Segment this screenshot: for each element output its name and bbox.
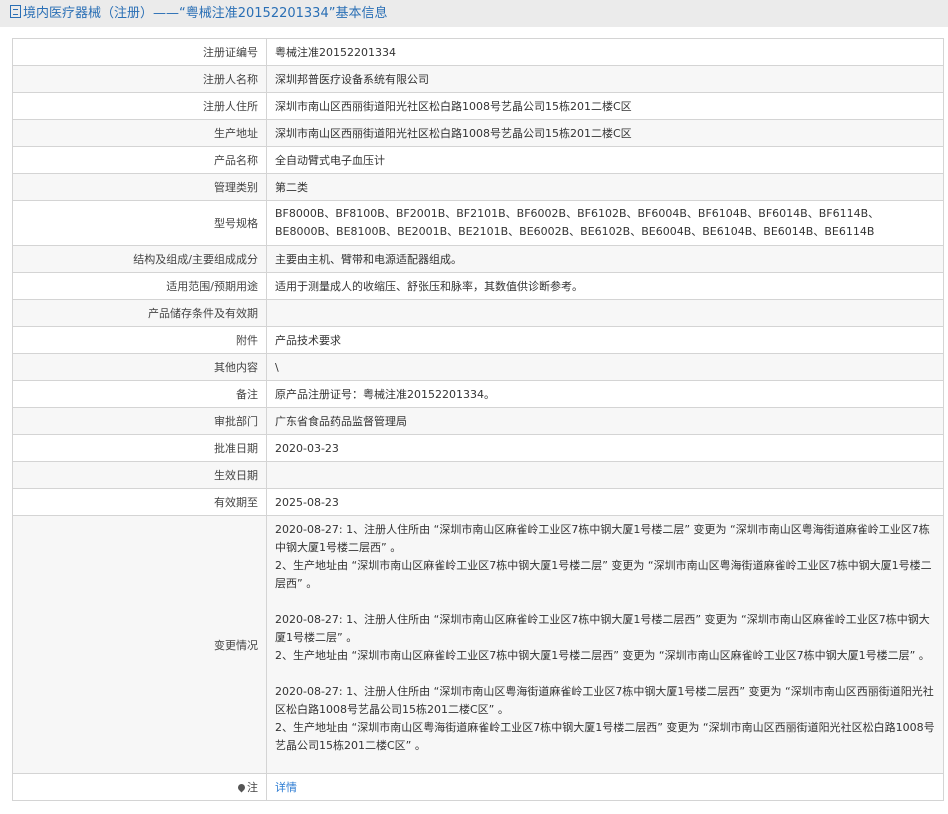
row-label: 附件 (12, 326, 267, 354)
row-value: 广东省食品药品监督管理局 (266, 407, 944, 435)
row-value: BF8000B、BF8100B、BF2001B、BF2101B、BF6002B、… (266, 200, 944, 246)
table-row: 其他内容 \ (12, 353, 944, 381)
row-label: 批准日期 (12, 434, 267, 462)
row-label: 注 (12, 773, 267, 801)
table-row: 产品储存条件及有效期 (12, 299, 944, 327)
row-value: 2025-08-23 (266, 488, 944, 516)
change-line: 2、生产地址由 “深圳市南山区粤海街道麻雀岭工业区7栋中钢大厦1号楼二层西” 变… (275, 721, 935, 752)
row-label: 备注 (12, 380, 267, 408)
page-header: 境内医疗器械（注册）——“粤械注准20152201334”基本信息 (0, 0, 948, 27)
row-value: 主要由主机、臂带和电源适配器组成。 (266, 245, 944, 273)
row-label: 注册人住所 (12, 92, 267, 120)
table-row: 附件 产品技术要求 (12, 326, 944, 354)
row-label: 产品储存条件及有效期 (12, 299, 267, 327)
table-row: 注册人名称 深圳邦普医疗设备系统有限公司 (12, 65, 944, 93)
row-label: 注册证编号 (12, 38, 267, 66)
table-row: 注册证编号 粤械注准20152201334 (12, 38, 944, 66)
row-value: 深圳市南山区西丽街道阳光社区松白路1008号艺晶公司15栋201二楼C区 (266, 92, 944, 120)
row-value: \ (266, 353, 944, 381)
row-label: 生产地址 (12, 119, 267, 147)
row-value (266, 299, 944, 327)
row-value: 全自动臂式电子血压计 (266, 146, 944, 174)
table-row: 备注 原产品注册证号：粤械注准20152201334。 (12, 380, 944, 408)
table-row: 型号规格 BF8000B、BF8100B、BF2001B、BF2101B、BF60… (12, 200, 944, 246)
table-row: 结构及组成/主要组成成分 主要由主机、臂带和电源适配器组成。 (12, 245, 944, 273)
row-label: 生效日期 (12, 461, 267, 489)
row-label: 其他内容 (12, 353, 267, 381)
table-row: 管理类别 第二类 (12, 173, 944, 201)
row-label: 型号规格 (12, 200, 267, 246)
change-line: 2020-08-27: 1、注册人住所由 “深圳市南山区麻雀岭工业区7栋中钢大厦… (275, 613, 930, 644)
table-row: 生效日期 (12, 461, 944, 489)
row-label: 结构及组成/主要组成成分 (12, 245, 267, 273)
change-line: 2、生产地址由 “深圳市南山区麻雀岭工业区7栋中钢大厦1号楼二层” 变更为 “深… (275, 559, 932, 590)
row-label: 审批部门 (12, 407, 267, 435)
table-row: 有效期至 2025-08-23 (12, 488, 944, 516)
change-line: 2020-08-27: 1、注册人住所由 “深圳市南山区粤海街道麻雀岭工业区7栋… (275, 685, 934, 716)
row-value: 产品技术要求 (266, 326, 944, 354)
note-label: 注 (247, 781, 258, 794)
row-value: 适用于测量成人的收缩压、舒张压和脉率，其数值供诊断参考。 (266, 272, 944, 300)
row-value: 深圳市南山区西丽街道阳光社区松白路1008号艺晶公司15栋201二楼C区 (266, 119, 944, 147)
table-row: 适用范围/预期用途 适用于测量成人的收缩压、舒张压和脉率，其数值供诊断参考。 (12, 272, 944, 300)
changes-value: 2020-08-27: 1、注册人住所由 “深圳市南山区麻雀岭工业区7栋中钢大厦… (266, 515, 944, 774)
row-label: 有效期至 (12, 488, 267, 516)
change-line: 2、生产地址由 “深圳市南山区麻雀岭工业区7栋中钢大厦1号楼二层西” 变更为 “… (275, 649, 930, 662)
table-row-note: 注 详情 (12, 773, 944, 801)
table-row: 生产地址 深圳市南山区西丽街道阳光社区松白路1008号艺晶公司15栋201二楼C区 (12, 119, 944, 147)
row-value: 粤械注准20152201334 (266, 38, 944, 66)
table-row-changes: 变更情况 2020-08-27: 1、注册人住所由 “深圳市南山区麻雀岭工业区7栋… (12, 515, 944, 774)
table-row: 批准日期 2020-03-23 (12, 434, 944, 462)
row-label: 适用范围/预期用途 (12, 272, 267, 300)
details-link[interactable]: 详情 (275, 781, 297, 794)
page-title: 境内医疗器械（注册）——“粤械注准20152201334”基本信息 (23, 6, 388, 21)
row-value: 2020-03-23 (266, 434, 944, 462)
table-row: 注册人住所 深圳市南山区西丽街道阳光社区松白路1008号艺晶公司15栋201二楼C… (12, 92, 944, 120)
table-row: 审批部门 广东省食品药品监督管理局 (12, 407, 944, 435)
row-value: 原产品注册证号：粤械注准20152201334。 (266, 380, 944, 408)
row-value: 第二类 (266, 173, 944, 201)
row-value: 深圳邦普医疗设备系统有限公司 (266, 65, 944, 93)
row-label: 管理类别 (12, 173, 267, 201)
row-label: 产品名称 (12, 146, 267, 174)
row-value (266, 461, 944, 489)
document-icon (10, 5, 21, 18)
table-row: 产品名称 全自动臂式电子血压计 (12, 146, 944, 174)
row-label: 注册人名称 (12, 65, 267, 93)
pin-icon (236, 782, 247, 793)
info-table: 注册证编号 粤械注准20152201334 注册人名称 深圳邦普医疗设备系统有限公司注… (12, 38, 944, 801)
row-label: 变更情况 (12, 515, 267, 774)
row-value: 详情 (266, 773, 944, 801)
change-line: 2020-08-27: 1、注册人住所由 “深圳市南山区麻雀岭工业区7栋中钢大厦… (275, 523, 930, 554)
